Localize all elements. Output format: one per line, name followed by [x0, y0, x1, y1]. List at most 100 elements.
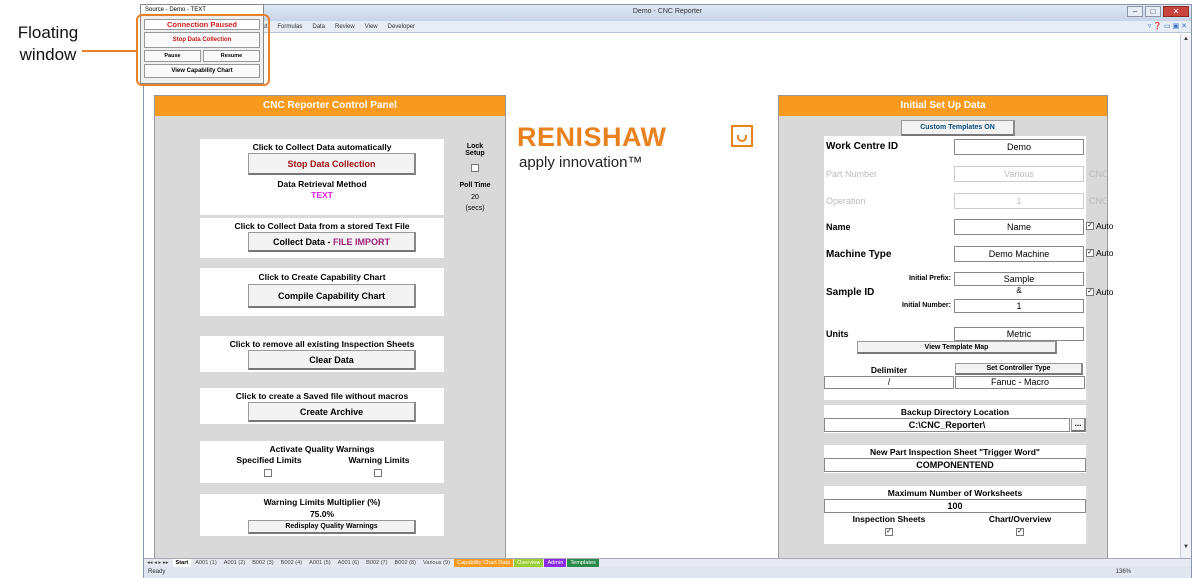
- close-icon[interactable]: ✕: [1163, 6, 1189, 17]
- collect-file-label: Click to Collect Data from a stored Text…: [234, 221, 410, 231]
- name-field[interactable]: Name: [954, 219, 1084, 235]
- clear-section: Click to remove all existing Inspection …: [200, 336, 444, 372]
- sheet-tab[interactable]: B002 (7): [363, 559, 390, 567]
- sample-auto-checkbox[interactable]: ✓: [1086, 288, 1094, 296]
- machine-type-field[interactable]: Demo Machine: [954, 246, 1084, 262]
- max-worksheets-field[interactable]: 100: [824, 499, 1086, 513]
- ribbon-tab[interactable]: Data: [312, 21, 325, 33]
- sheet-tab[interactable]: A001 (2): [221, 559, 248, 567]
- floating-window-callout: Floating window: [2, 22, 94, 66]
- inspection-sheets-checkbox[interactable]: ✓: [885, 528, 893, 536]
- redisplay-quality-warnings-button[interactable]: Redisplay Quality Warnings: [248, 520, 416, 534]
- sample-id-label: Sample ID: [826, 287, 875, 298]
- backup-directory-field[interactable]: C:\CNC_Reporter\: [824, 418, 1070, 432]
- renishaw-logo: RENISHAW apply innovation™: [517, 122, 757, 174]
- machine-type-label: Machine Type: [826, 249, 892, 260]
- view-template-map-button[interactable]: View Template Map: [857, 341, 1057, 354]
- name-label: Name: [826, 222, 851, 232]
- sheet-tab[interactable]: Start: [172, 559, 192, 567]
- sheet-tab[interactable]: A001 (6): [335, 559, 362, 567]
- window-title: Demo - CNC Reporter: [632, 8, 703, 15]
- maximize-icon[interactable]: □: [1145, 6, 1161, 17]
- control-panel-title: CNC Reporter Control Panel: [155, 96, 505, 116]
- logo-brand: RENISHAW: [517, 122, 667, 152]
- units-field[interactable]: Metric: [954, 327, 1084, 341]
- ribbon-tab[interactable]: Formulas: [277, 21, 302, 33]
- scroll-up-icon[interactable]: ▲: [1182, 36, 1190, 44]
- sheet-tab[interactable]: A001 (1): [192, 559, 219, 567]
- collect-btn-mode: FILE IMPORT: [333, 237, 390, 247]
- sheet-tab[interactable]: Various (9): [420, 559, 453, 567]
- specified-limits-checkbox[interactable]: [264, 469, 272, 477]
- backup-label: Backup Directory Location: [900, 407, 1010, 417]
- trigger-word-field[interactable]: COMPONENTEND: [824, 458, 1086, 472]
- warning-limits-checkbox[interactable]: [374, 469, 382, 477]
- name-auto-checkbox[interactable]: ✓: [1086, 222, 1094, 230]
- auto-collect-section: Click to Collect Data automatically Stop…: [200, 139, 444, 215]
- scroll-down-icon[interactable]: ▼: [1182, 544, 1190, 552]
- delimiter-field[interactable]: /: [824, 376, 954, 389]
- ribbon-tab[interactable]: Developer: [388, 21, 415, 33]
- setup-title: Initial Set Up Data: [779, 96, 1107, 116]
- sheet-tab[interactable]: B002 (3): [249, 559, 276, 567]
- vertical-scrollbar[interactable]: ▲ ▼: [1180, 34, 1191, 566]
- ribbon-tab[interactable]: View: [365, 21, 378, 33]
- sheet-tab[interactable]: Admin: [544, 559, 567, 567]
- controller-field[interactable]: Fanuc - Macro: [955, 376, 1085, 389]
- logo-tagline: apply innovation™: [519, 154, 643, 171]
- minimize-icon[interactable]: –: [1127, 6, 1143, 17]
- operation-field[interactable]: 1: [954, 193, 1084, 209]
- custom-templates-button[interactable]: Custom Templates ON: [901, 120, 1015, 136]
- lock-setup-checkbox[interactable]: [471, 164, 479, 172]
- sheet-tab[interactable]: A001 (5): [306, 559, 333, 567]
- multiplier-title: Warning Limits Multiplier (%): [263, 497, 381, 507]
- tab-nav-arrows-icon[interactable]: ◂◂ ◂ ▸ ▸▸: [144, 559, 172, 567]
- collect-file-import-button[interactable]: Collect Data - FILE IMPORT: [248, 232, 416, 252]
- saved-file-label: Click to create a Saved file without mac…: [235, 391, 409, 401]
- browse-button[interactable]: ...: [1071, 418, 1086, 432]
- delimiter-label: Delimiter: [870, 365, 908, 375]
- callout-line1: Floating: [17, 23, 79, 42]
- compile-capability-chart-button[interactable]: Compile Capability Chart: [248, 284, 416, 308]
- clear-data-button[interactable]: Clear Data: [248, 350, 416, 370]
- ribbon-tab[interactable]: Review: [335, 21, 355, 33]
- set-controller-type-button[interactable]: Set Controller Type: [955, 363, 1083, 375]
- status-text: Ready: [148, 569, 166, 575]
- work-centre-label: Work Centre ID: [826, 141, 899, 152]
- max-worksheets-label: Maximum Number of Worksheets: [887, 488, 1023, 498]
- sheet-tab[interactable]: B002 (8): [392, 559, 419, 567]
- collect-btn-prefix: Collect Data -: [272, 237, 333, 247]
- multiplier-section: Warning Limits Multiplier (%) 75.0% Redi…: [200, 494, 444, 536]
- number-field[interactable]: 1: [954, 299, 1084, 313]
- sheet-tab[interactable]: B002 (4): [278, 559, 305, 567]
- sheet-tab[interactable]: Overview: [514, 559, 544, 567]
- zoom-level[interactable]: 136%: [1116, 567, 1131, 578]
- chart-overview-label: Chart/Overview: [988, 514, 1052, 524]
- machine-auto-checkbox[interactable]: ✓: [1086, 249, 1094, 257]
- max-worksheets-section: Maximum Number of Worksheets 100 Inspect…: [824, 486, 1086, 544]
- sheet-tab[interactable]: Templates: [567, 559, 599, 567]
- collect-auto-label: Click to Collect Data automatically: [252, 142, 392, 152]
- capability-section: Click to Create Capability Chart Compile…: [200, 268, 444, 316]
- title-bar: Demo - CNC Reporter – □ ✕: [144, 5, 1191, 21]
- logo-mark-icon: [731, 125, 753, 147]
- work-centre-field[interactable]: Demo: [954, 139, 1084, 155]
- part-number-field[interactable]: Various: [954, 166, 1084, 182]
- sample-auto-label: Auto: [1096, 287, 1114, 297]
- specified-limits-label: Specified Limits: [236, 455, 302, 465]
- setup-panel: Initial Set Up Data Custom Templates ON …: [778, 95, 1114, 568]
- prefix-label: Initial Prefix:: [908, 275, 951, 282]
- worksheet[interactable]: CNC Reporter Control Panel Click to Coll…: [144, 34, 1180, 573]
- create-archive-button[interactable]: Create Archive: [248, 402, 416, 422]
- machine-auto-label: Auto: [1096, 248, 1114, 258]
- chart-overview-checkbox[interactable]: ✓: [1016, 528, 1024, 536]
- sheet-tab[interactable]: Capability Chart Data: [453, 559, 514, 567]
- quality-warnings-section: Activate Quality Warnings Specified Limi…: [200, 441, 444, 483]
- poll-time-label: Poll Time: [459, 182, 491, 189]
- stop-data-collection-button[interactable]: Stop Data Collection: [248, 153, 416, 175]
- prefix-field[interactable]: Sample: [954, 272, 1084, 286]
- help-icon[interactable]: ▿ ❓ ▭ ▣ ✕: [1148, 21, 1187, 33]
- sheet-tabs: ◂◂ ◂ ▸ ▸▸ Start A001 (1) A001 (2) B002 (3) B0…: [144, 558, 1191, 567]
- operation-label: Operation: [826, 196, 866, 206]
- file-import-section: Click to Collect Data from a stored Text…: [200, 218, 444, 258]
